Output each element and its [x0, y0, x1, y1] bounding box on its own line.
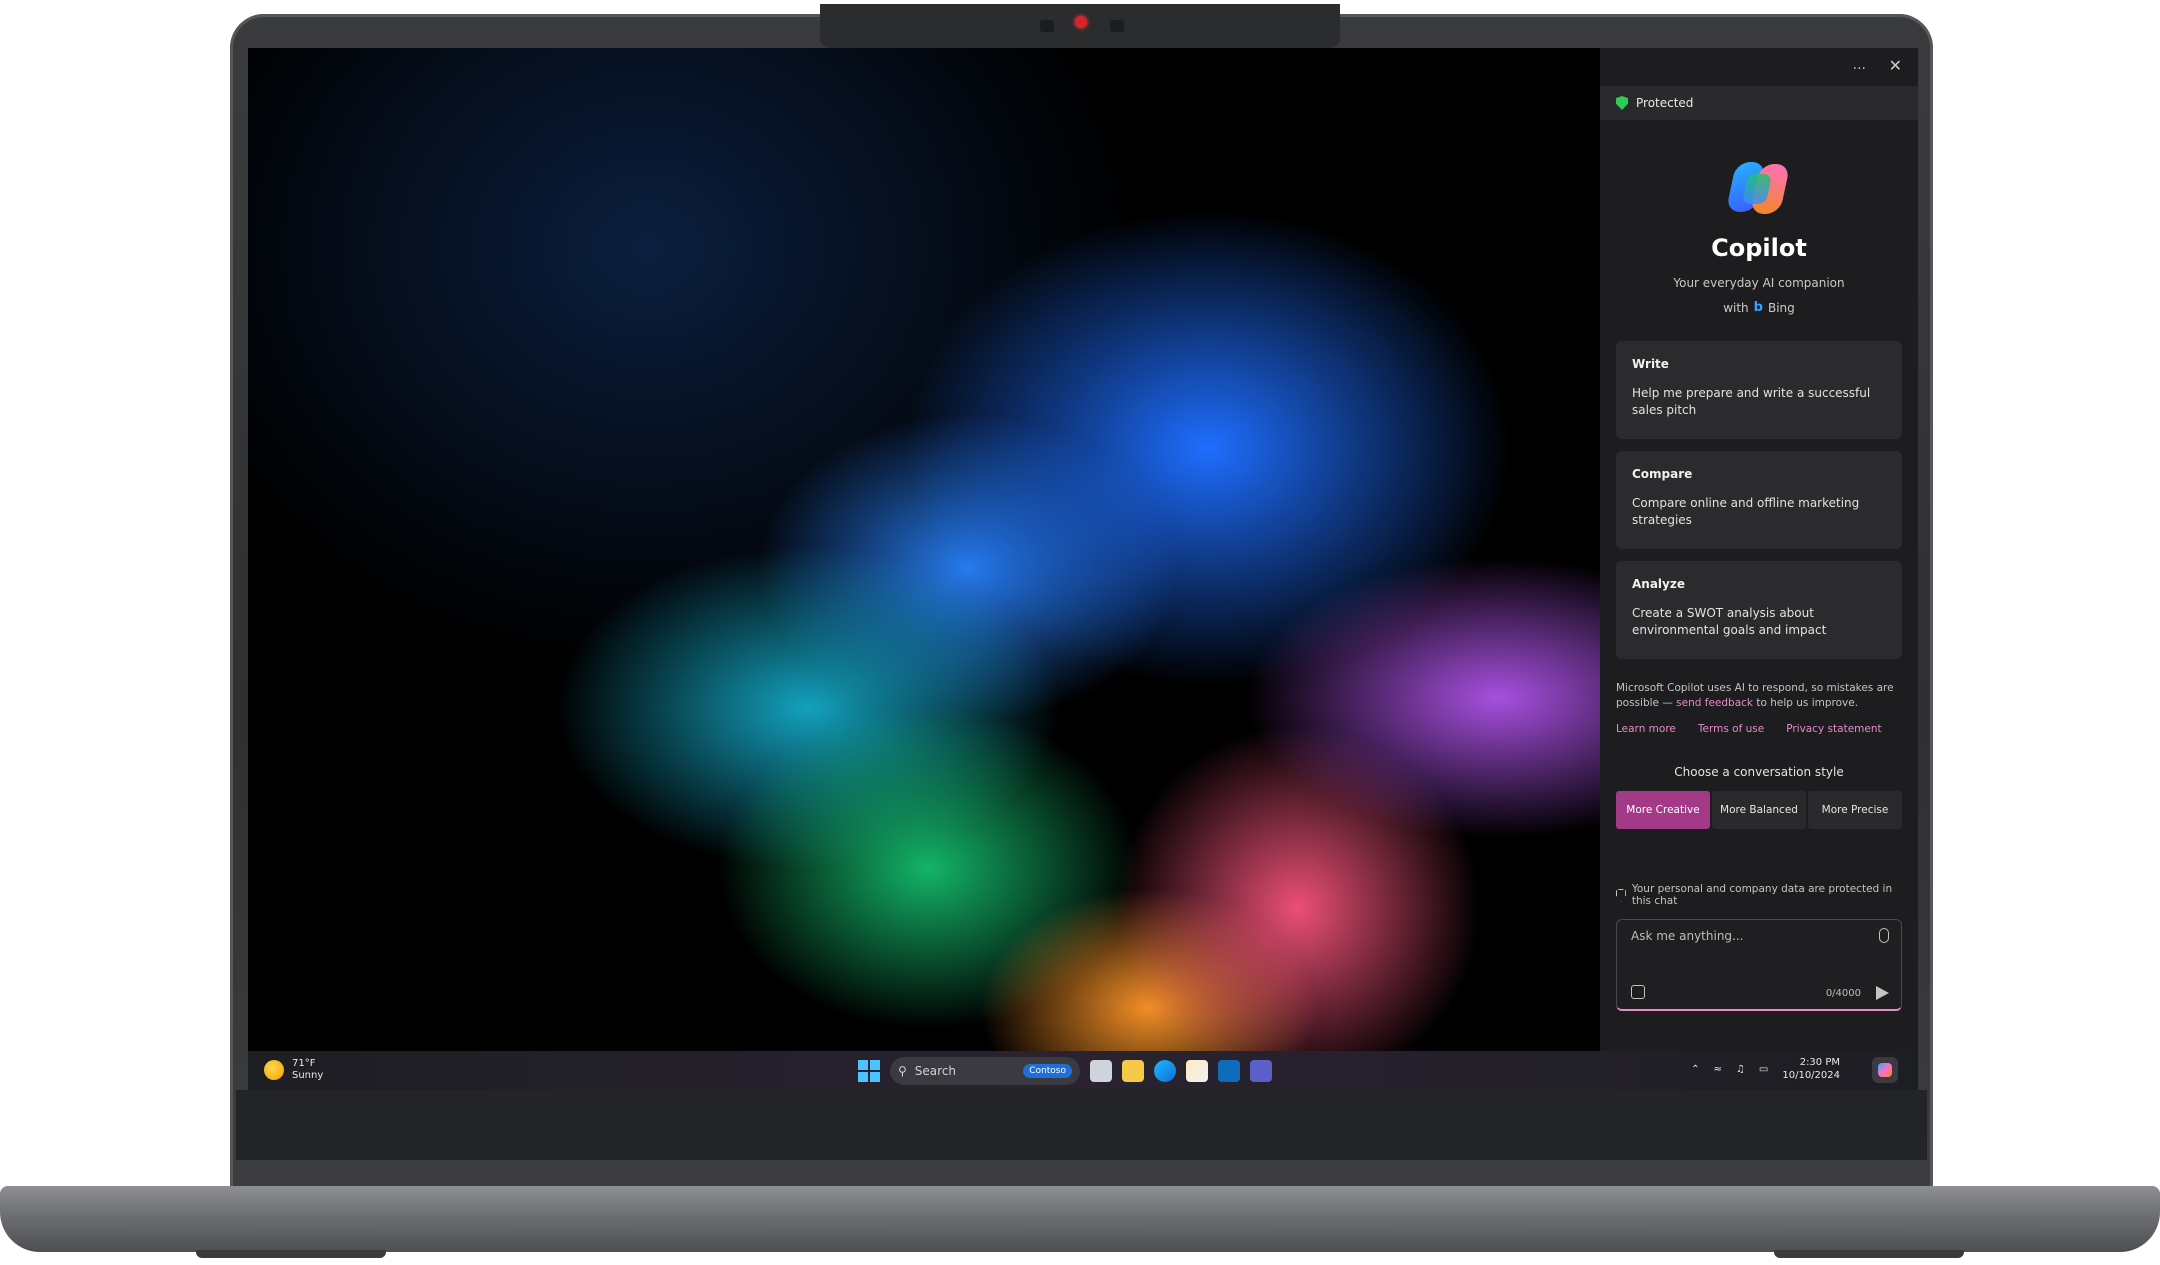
- protected-label: Protected: [1636, 96, 1694, 110]
- card-description: Create a SWOT analysis about environment…: [1632, 606, 1827, 637]
- camera-indicator: [1075, 16, 1087, 28]
- privacy-note-text: Your personal and company data are prote…: [1631, 883, 1893, 907]
- copilot-logo-icon: [1725, 156, 1791, 220]
- copilot-subtitle: Your everyday AI companion: [1673, 276, 1845, 290]
- send-icon[interactable]: [1876, 986, 1889, 1000]
- copilot-title: Copilot: [1711, 234, 1807, 262]
- search-icon: ⚲: [898, 1064, 907, 1078]
- sun-icon: [264, 1060, 284, 1080]
- sensor-icon: [1040, 20, 1054, 32]
- style-more-precise[interactable]: More Precise: [1808, 791, 1902, 829]
- search-label: Search: [914, 1064, 957, 1078]
- taskbar-center: ⚲ Search Contoso: [858, 1056, 1272, 1086]
- disclaimer-tail: to help us improve.: [1756, 697, 1859, 709]
- style-more-balanced[interactable]: More Balanced: [1712, 791, 1806, 829]
- privacy-note: Your personal and company data are prote…: [1616, 883, 1902, 907]
- copilot-pane: ... ✕ Protected Copilot Your everyday AI…: [1600, 48, 1918, 1051]
- chat-input[interactable]: [1629, 928, 1863, 944]
- screenshot-icon[interactable]: [1631, 985, 1645, 999]
- outlook-icon[interactable]: [1218, 1060, 1240, 1082]
- prompt-cards: Write Help me prepare and write a succes…: [1616, 341, 1902, 659]
- file-explorer-icon[interactable]: [1090, 1060, 1112, 1082]
- conversation-style-label: Choose a conversation style: [1674, 765, 1844, 779]
- wifi-icon[interactable]: ≈: [1714, 1064, 1722, 1075]
- store-icon[interactable]: [1186, 1060, 1208, 1082]
- taskbar-search[interactable]: ⚲ Search Contoso: [890, 1057, 1080, 1085]
- taskbar: 71°F Sunny ⚲ Search Contoso ⌃ ≈ ♫ ▭ 2:30…: [248, 1051, 1918, 1090]
- copilot-logo-wrap: [1600, 156, 1918, 220]
- character-counter: 0/4000: [1825, 988, 1861, 999]
- shield-outline-icon: [1616, 888, 1626, 902]
- weather-condition: Sunny: [292, 1070, 324, 1081]
- with-label: with: [1723, 300, 1749, 315]
- folder-icon[interactable]: [1122, 1060, 1144, 1082]
- close-button[interactable]: ✕: [1889, 56, 1902, 75]
- style-more-creative[interactable]: More Creative: [1616, 791, 1710, 829]
- system-tray: ⌃ ≈ ♫ ▭ 2:30 PM 10/10/2024: [1691, 1056, 1840, 1082]
- card-heading: Compare: [1632, 467, 1693, 481]
- start-button[interactable]: [858, 1060, 880, 1082]
- microphone-icon[interactable]: [1879, 928, 1889, 943]
- clock-time: 2:30 PM: [1799, 1057, 1840, 1068]
- pane-titlebar: ... ✕: [1600, 48, 1918, 86]
- ai-disclaimer: Microsoft Copilot uses AI to respond, so…: [1616, 681, 1902, 711]
- teams-icon[interactable]: [1250, 1060, 1272, 1082]
- prompt-card-write[interactable]: Write Help me prepare and write a succes…: [1616, 341, 1902, 439]
- chevron-up-icon[interactable]: ⌃: [1691, 1064, 1699, 1075]
- bing-label: Bing: [1767, 300, 1795, 315]
- laptop-foot: [196, 1250, 386, 1258]
- terms-of-use-link[interactable]: Terms of use: [1698, 723, 1764, 735]
- chat-input-box: 0/4000: [1616, 919, 1902, 1011]
- clock[interactable]: 2:30 PM 10/10/2024: [1782, 1056, 1840, 1082]
- weather-widget[interactable]: 71°F Sunny: [264, 1058, 323, 1082]
- lower-bezel: [236, 1090, 1927, 1160]
- laptop-foot: [1774, 1250, 1964, 1258]
- shield-icon: [1616, 96, 1628, 110]
- laptop-base: [0, 1186, 2160, 1252]
- card-description: Help me prepare and write a successful s…: [1632, 386, 1871, 417]
- send-feedback-link[interactable]: send feedback: [1676, 697, 1753, 709]
- volume-icon[interactable]: ♫: [1736, 1064, 1745, 1075]
- battery-icon[interactable]: ▭: [1759, 1064, 1768, 1075]
- sensor-icon: [1110, 20, 1124, 32]
- privacy-statement-link[interactable]: Privacy statement: [1786, 723, 1881, 735]
- more-options-button[interactable]: ...: [1853, 57, 1866, 73]
- bing-icon: b: [1753, 300, 1763, 315]
- legal-links: Learn more Terms of use Privacy statemen…: [1616, 723, 1902, 735]
- desktop-wallpaper: [248, 48, 1600, 1051]
- protected-banner: Protected: [1600, 86, 1918, 120]
- learn-more-link[interactable]: Learn more: [1616, 723, 1676, 735]
- card-heading: Write: [1632, 357, 1669, 371]
- screen: ... ✕ Protected Copilot Your everyday AI…: [248, 48, 1918, 1090]
- clock-date: 10/10/2024: [1782, 1070, 1840, 1081]
- card-description: Compare online and offline marketing str…: [1632, 496, 1860, 527]
- edge-icon[interactable]: [1154, 1060, 1176, 1082]
- prompt-card-compare[interactable]: Compare Compare online and offline marke…: [1616, 451, 1902, 549]
- copilot-taskbar-button[interactable]: [1872, 1057, 1898, 1083]
- card-heading: Analyze: [1632, 577, 1685, 591]
- copilot-icon: [1878, 1063, 1892, 1077]
- prompt-card-analyze[interactable]: Analyze Create a SWOT analysis about env…: [1616, 561, 1902, 659]
- search-pill: Contoso: [1023, 1064, 1072, 1078]
- with-bing: with b Bing: [1600, 300, 1918, 315]
- weather-temp: 71°F: [292, 1058, 316, 1069]
- conversation-style-selector: More Creative More Balanced More Precise: [1616, 791, 1902, 829]
